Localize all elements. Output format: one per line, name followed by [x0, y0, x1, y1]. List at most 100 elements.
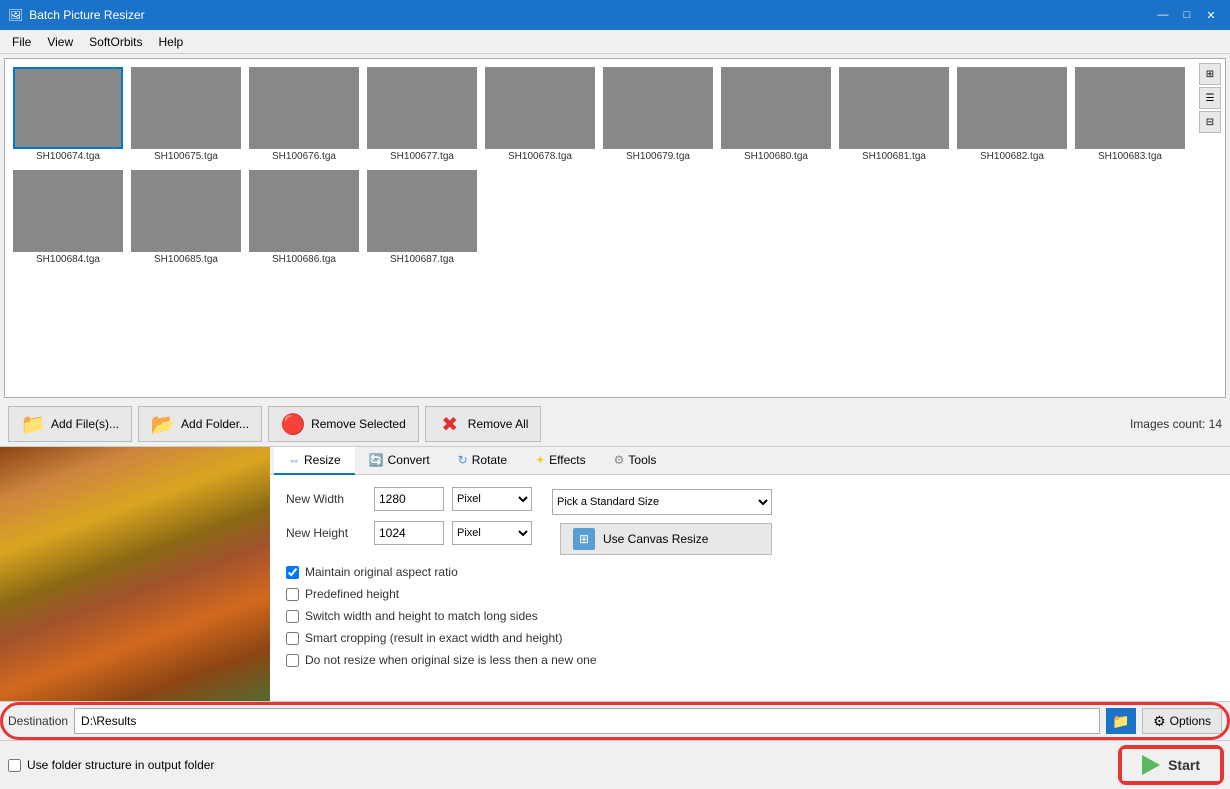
filename-label: SH100674.tga: [36, 151, 100, 162]
filename-label: SH100676.tga: [272, 151, 336, 162]
destination-input[interactable]: [74, 708, 1100, 734]
minimize-button[interactable]: —: [1152, 4, 1174, 26]
use-folder-label[interactable]: Use folder structure in output folder: [27, 758, 214, 772]
thumbnail: [721, 67, 831, 149]
maximize-button[interactable]: □: [1176, 4, 1198, 26]
tools-tab-icon: ⚙: [614, 453, 625, 467]
effects-tab-icon: ✦: [535, 453, 545, 467]
settings-panel: ⇔ Resize 🔄 Convert ↻ Rotate ✦ Effects ⚙: [270, 447, 1230, 701]
checkbox-switch_sides[interactable]: [286, 610, 299, 623]
checkbox-predefined[interactable]: [286, 588, 299, 601]
checkbox-row-smart_crop: Smart cropping (result in exact width an…: [286, 631, 1214, 645]
width-input[interactable]: [374, 487, 444, 511]
thumbnail: [131, 170, 241, 252]
width-unit-select[interactable]: Pixel Percent Cm Inch: [452, 487, 532, 511]
tab-convert[interactable]: 🔄 Convert: [355, 447, 444, 475]
height-unit-select[interactable]: Pixel Percent Cm Inch: [452, 521, 532, 545]
thumbnail: [249, 170, 359, 252]
gallery-area[interactable]: SH100674.tga SH100675.tga SH100676.tga SH10…: [4, 58, 1226, 398]
thumbnail: [603, 67, 713, 149]
menu-help[interactable]: Help: [151, 33, 192, 51]
height-row: New Height Pixel Percent Cm Inch: [286, 521, 532, 545]
filename-label: SH100680.tga: [744, 151, 808, 162]
dimensions-section: New Width Pixel Percent Cm Inch New Heig…: [286, 487, 532, 555]
width-label: New Width: [286, 492, 366, 506]
checkbox-smart_crop[interactable]: [286, 632, 299, 645]
thumbnail: [249, 67, 359, 149]
tabs: ⇔ Resize 🔄 Convert ↻ Rotate ✦ Effects ⚙: [270, 447, 1230, 475]
thumbnail: [13, 67, 123, 149]
tab-rotate[interactable]: ↻ Rotate: [444, 447, 521, 475]
checkbox-label-no_resize[interactable]: Do not resize when original size is less…: [305, 653, 597, 667]
standard-size-select[interactable]: Pick a Standard Size 800x600 1024x768 12…: [552, 489, 772, 515]
filename-label: SH100686.tga: [272, 254, 336, 265]
rotate-tab-icon: ↻: [458, 453, 468, 467]
checkbox-row-switch_sides: Switch width and height to match long si…: [286, 609, 1214, 623]
filename-label: SH100682.tga: [980, 151, 1044, 162]
gallery-item[interactable]: SH100683.tga: [1075, 67, 1185, 162]
view-controls: ⊞ ☰ ⊟: [1199, 63, 1221, 133]
footer: Use folder structure in output folder St…: [0, 740, 1230, 789]
menu-file[interactable]: File: [4, 33, 39, 51]
window-controls: — □ ✕: [1152, 4, 1222, 26]
add-folder-button[interactable]: 📂 Add Folder...: [138, 406, 262, 442]
gallery-item[interactable]: SH100676.tga: [249, 67, 359, 162]
filename-label: SH100675.tga: [154, 151, 218, 162]
thumbnail: [367, 67, 477, 149]
gallery-item[interactable]: SH100679.tga: [603, 67, 713, 162]
view-large-icon[interactable]: ⊞: [1199, 63, 1221, 85]
use-folder-section: Use folder structure in output folder: [8, 758, 214, 772]
canvas-resize-button[interactable]: ⊞ Use Canvas Resize: [560, 523, 772, 555]
main-container: SH100674.tga SH100675.tga SH100676.tga SH10…: [0, 54, 1230, 789]
tab-resize[interactable]: ⇔ Resize: [274, 447, 355, 475]
checkbox-label-switch_sides[interactable]: Switch width and height to match long si…: [305, 609, 538, 623]
gallery-item[interactable]: SH100675.tga: [131, 67, 241, 162]
gallery-item[interactable]: SH100677.tga: [367, 67, 477, 162]
add-folder-icon: 📂: [151, 412, 175, 436]
thumbnail: [367, 170, 477, 252]
remove-all-button[interactable]: ✖ Remove All: [425, 406, 542, 442]
resize-settings: New Width Pixel Percent Cm Inch New Heig…: [270, 475, 1230, 701]
start-arrow-icon: [1142, 755, 1160, 775]
tab-effects[interactable]: ✦ Effects: [521, 447, 600, 475]
filename-label: SH100687.tga: [390, 254, 454, 265]
tab-tools[interactable]: ⚙ Tools: [600, 447, 671, 475]
gallery-item[interactable]: SH100687.tga: [367, 170, 477, 265]
options-button[interactable]: ⚙ Options: [1142, 708, 1222, 734]
filename-label: SH100684.tga: [36, 254, 100, 265]
toolbar: 📁 Add File(s)... 📂 Add Folder... 🔴 Remov…: [0, 402, 1230, 447]
checkbox-label-aspect[interactable]: Maintain original aspect ratio: [305, 565, 458, 579]
gallery-item[interactable]: SH100686.tga: [249, 170, 359, 265]
remove-selected-button[interactable]: 🔴 Remove Selected: [268, 406, 419, 442]
checkbox-aspect[interactable]: [286, 566, 299, 579]
menu-view[interactable]: View: [39, 33, 81, 51]
filename-label: SH100681.tga: [862, 151, 926, 162]
filename-label: SH100677.tga: [390, 151, 454, 162]
height-input[interactable]: [374, 521, 444, 545]
checkbox-no_resize[interactable]: [286, 654, 299, 667]
thumbnail: [957, 67, 1067, 149]
add-files-button[interactable]: 📁 Add File(s)...: [8, 406, 132, 442]
app-icon: 🖼: [8, 8, 23, 22]
gallery-item[interactable]: SH100674.tga: [13, 67, 123, 162]
filename-label: SH100679.tga: [626, 151, 690, 162]
gallery-item[interactable]: SH100681.tga: [839, 67, 949, 162]
checkbox-label-predefined[interactable]: Predefined height: [305, 587, 399, 601]
gallery-item[interactable]: SH100685.tga: [131, 170, 241, 265]
destination-browse-button[interactable]: 📁: [1106, 708, 1136, 734]
gallery-item[interactable]: SH100678.tga: [485, 67, 595, 162]
close-button[interactable]: ✕: [1200, 4, 1222, 26]
gallery-item[interactable]: SH100682.tga: [957, 67, 1067, 162]
resize-tab-icon: ⇔: [288, 453, 300, 467]
use-folder-checkbox[interactable]: [8, 759, 21, 772]
menu-softorbits[interactable]: SoftOrbits: [81, 33, 150, 51]
view-list-icon[interactable]: ☰: [1199, 87, 1221, 109]
filename-label: SH100678.tga: [508, 151, 572, 162]
gallery-item[interactable]: SH100680.tga: [721, 67, 831, 162]
view-grid-icon[interactable]: ⊟: [1199, 111, 1221, 133]
canvas-resize-icon: ⊞: [573, 528, 595, 550]
checkbox-label-smart_crop[interactable]: Smart cropping (result in exact width an…: [305, 631, 562, 645]
start-button[interactable]: Start: [1120, 747, 1222, 783]
gallery-item[interactable]: SH100684.tga: [13, 170, 123, 265]
checkbox-row-aspect: Maintain original aspect ratio: [286, 565, 1214, 579]
